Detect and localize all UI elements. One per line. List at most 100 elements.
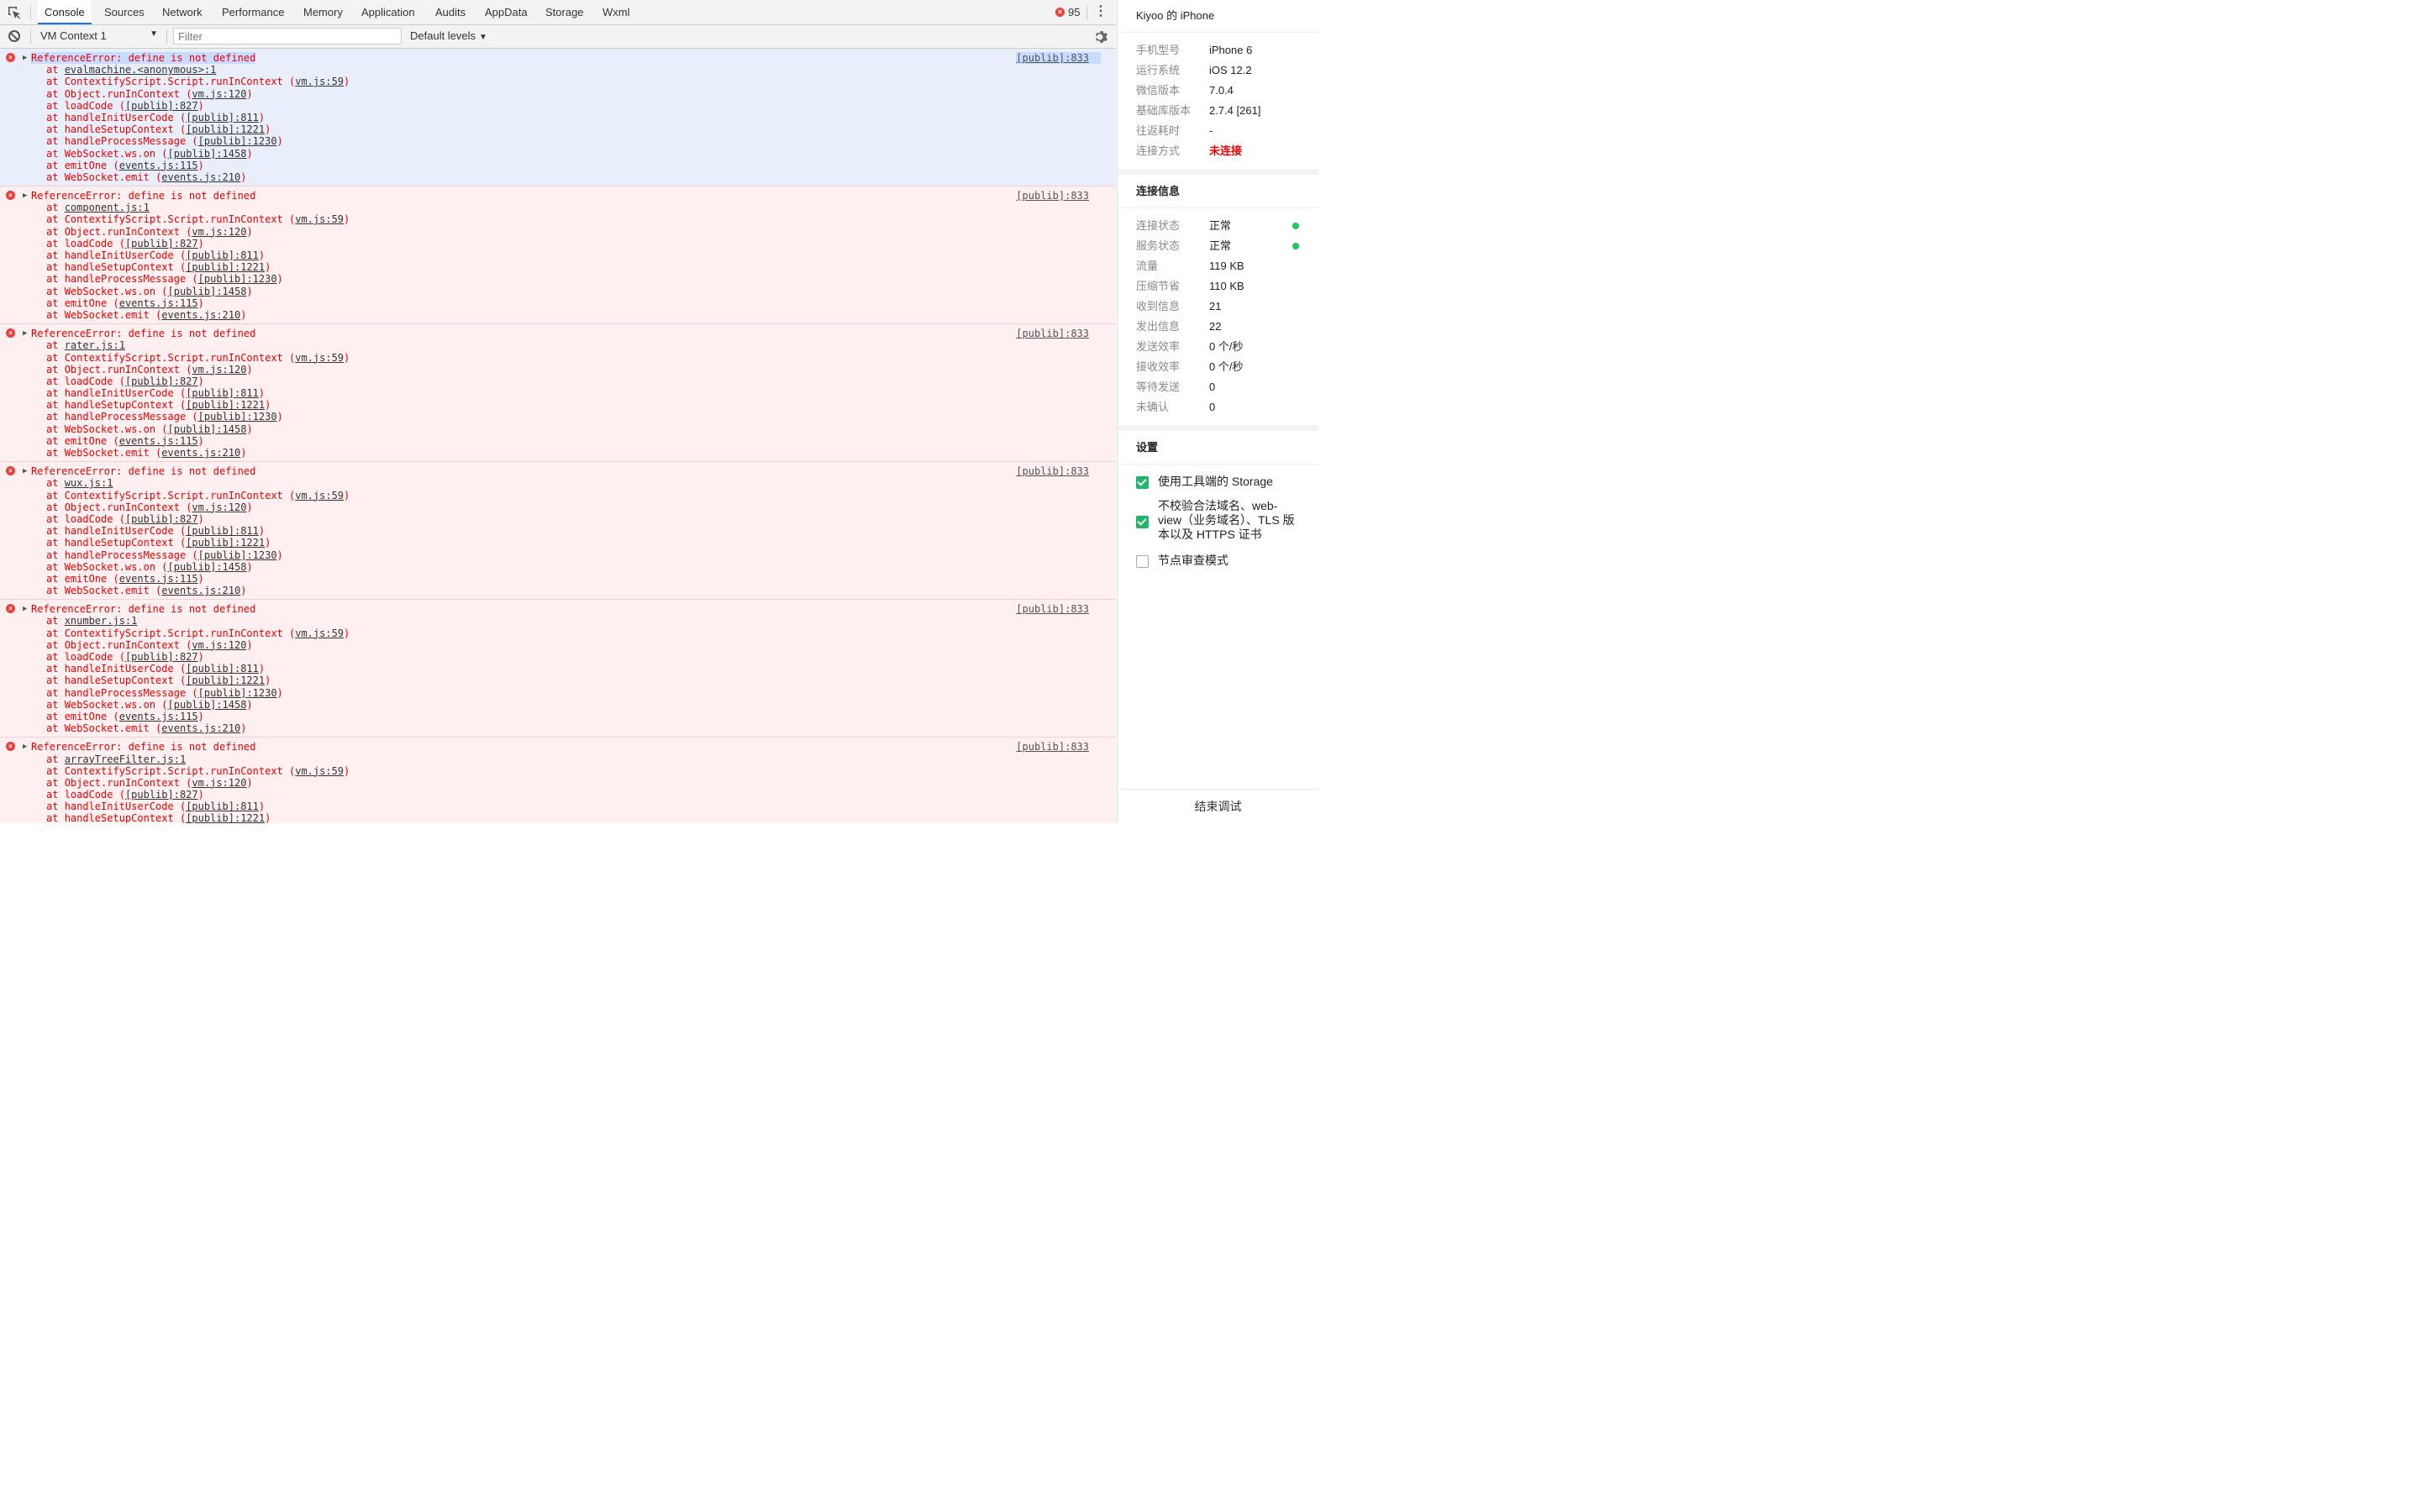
console-error-message[interactable]: × ▶ ReferenceError: define is not defined [… (0, 738, 1116, 823)
stack-frame-link[interactable]: wux.js:1 (65, 477, 113, 489)
filter-input[interactable] (173, 28, 402, 45)
expand-triangle-icon[interactable]: ▶ (23, 52, 27, 64)
stack-frame-link[interactable]: [publib]:1458 (168, 148, 247, 160)
stack-frame-link[interactable]: [publib]:811 (186, 525, 259, 537)
gear-icon[interactable] (1093, 29, 1110, 45)
stack-frame-link[interactable]: [publib]:827 (125, 100, 198, 112)
stack-frame-link[interactable]: vm.js:59 (295, 76, 344, 87)
stack-frame-link[interactable]: [publib]:811 (186, 801, 259, 812)
expand-triangle-icon[interactable]: ▶ (23, 328, 27, 339)
expand-triangle-icon[interactable]: ▶ (23, 465, 27, 477)
stack-frame-link[interactable]: [publib]:1230 (198, 549, 277, 561)
more-options-icon[interactable]: ⋮ (1094, 3, 1107, 20)
stack-frame-link[interactable]: vm.js:120 (192, 364, 246, 375)
clear-console-icon[interactable] (8, 30, 20, 42)
stack-frame-link[interactable]: vm.js:120 (192, 501, 246, 513)
stack-frame-link[interactable]: [publib]:811 (186, 249, 259, 261)
error-title-line[interactable]: × ▶ ReferenceError: define is not defined (0, 465, 1116, 477)
tab-storage[interactable]: Storage (539, 0, 591, 24)
stack-frame-link[interactable]: vm.js:120 (192, 88, 246, 100)
stack-frame-link[interactable]: [publib]:1230 (198, 687, 277, 699)
error-counter[interactable]: × 95 (1055, 6, 1080, 18)
source-link[interactable]: [publib]:833 (1016, 52, 1101, 65)
tab-network[interactable]: Network (155, 0, 209, 24)
stack-frame-link[interactable]: [publib]:1230 (198, 411, 277, 423)
stack-frame-link[interactable]: events.js:210 (161, 585, 240, 596)
stack-frame-link[interactable]: [publib]:1458 (168, 561, 247, 573)
source-link[interactable]: [publib]:833 (1016, 465, 1089, 477)
stack-frame-link[interactable]: [publib]:1221 (186, 675, 265, 686)
source-link[interactable]: [publib]:833 (1016, 190, 1089, 202)
tab-memory[interactable]: Memory (297, 0, 350, 24)
source-link[interactable]: [publib]:833 (1016, 741, 1089, 753)
tab-performance[interactable]: Performance (215, 0, 291, 24)
expand-triangle-icon[interactable]: ▶ (23, 603, 27, 615)
stack-frame-link[interactable]: [publib]:1230 (198, 135, 277, 147)
stack-frame-link[interactable]: events.js:210 (161, 171, 240, 183)
stack-frame-link[interactable]: [publib]:1221 (186, 812, 265, 823)
stack-frame-link[interactable]: vm.js:120 (192, 777, 246, 789)
console-error-message[interactable]: × ▶ ReferenceError: define is not defined [… (0, 462, 1116, 601)
stack-frame-link[interactable]: evalmachine.<anonymous>:1 (65, 64, 217, 76)
tab-audits[interactable]: Audits (429, 0, 472, 24)
setting-checkbox[interactable] (1136, 555, 1149, 568)
stack-frame-link[interactable]: [publib]:1221 (186, 261, 265, 273)
stack-frame-link[interactable]: vm.js:59 (295, 765, 344, 777)
stack-frame-link[interactable]: events.js:115 (119, 573, 198, 585)
stack-frame-link[interactable]: events.js:210 (161, 722, 240, 734)
stack-frame-link[interactable]: [publib]:811 (186, 663, 259, 675)
setting-checkbox[interactable] (1136, 516, 1149, 528)
stack-frame-link[interactable]: [publib]:1458 (168, 423, 247, 435)
stack-frame-link[interactable]: events.js:210 (161, 447, 240, 459)
stack-frame-link[interactable]: events.js:115 (119, 160, 198, 171)
stack-frame-link[interactable]: [publib]:1221 (186, 537, 265, 549)
stack-frame-link[interactable]: arrayTreeFilter.js:1 (65, 753, 187, 765)
console-error-message[interactable]: × ▶ ReferenceError: define is not defined [… (0, 186, 1116, 325)
stack-frame-link[interactable]: vm.js:120 (192, 639, 246, 651)
source-link[interactable]: [publib]:833 (1016, 328, 1089, 339)
stack-frame-link[interactable]: [publib]:827 (125, 238, 198, 249)
stack-frame-link[interactable]: events.js:115 (119, 297, 198, 309)
stack-frame-link[interactable]: [publib]:811 (186, 112, 259, 123)
stack-frame-link[interactable]: [publib]:1458 (168, 699, 247, 711)
stack-frame-link[interactable]: [publib]:827 (125, 651, 198, 663)
stack-frame-link[interactable]: [publib]:1230 (198, 273, 277, 285)
stack-frame-link[interactable]: rater.js:1 (65, 339, 125, 351)
stack-frame-link[interactable]: [publib]:811 (186, 387, 259, 399)
expand-triangle-icon[interactable]: ▶ (23, 190, 27, 202)
console-error-message[interactable]: × ▶ ReferenceError: define is not defined [… (0, 600, 1116, 738)
stack-frame-link[interactable]: vm.js:59 (295, 213, 344, 225)
stack-frame-link[interactable]: events.js:210 (161, 309, 240, 321)
log-levels-dropdown[interactable]: Default levels ▼ (410, 29, 487, 42)
tab-console[interactable]: Console (38, 0, 92, 24)
stack-frame-link[interactable]: vm.js:59 (295, 352, 344, 364)
end-debug-button[interactable]: 结束调试 (1118, 789, 1318, 823)
inspect-element-icon[interactable] (7, 5, 22, 20)
stack-frame-link[interactable]: vm.js:59 (295, 627, 344, 639)
error-title-line[interactable]: × ▶ ReferenceError: define is not defined (0, 52, 1116, 64)
stack-frame-link[interactable]: vm.js:59 (295, 490, 344, 501)
stack-frame-link[interactable]: [publib]:827 (125, 375, 198, 387)
source-link[interactable]: [publib]:833 (1016, 603, 1089, 615)
tab-application[interactable]: Application (355, 0, 422, 24)
error-title-line[interactable]: × ▶ ReferenceError: define is not defined (0, 741, 1116, 753)
stack-frame-link[interactable]: [publib]:827 (125, 789, 198, 801)
tab-wxml[interactable]: Wxml (596, 0, 637, 24)
stack-frame-link[interactable]: [publib]:827 (125, 513, 198, 525)
error-title-line[interactable]: × ▶ ReferenceError: define is not defined (0, 603, 1116, 615)
console-error-message[interactable]: × ▶ ReferenceError: define is not defined [… (0, 49, 1116, 187)
stack-frame-link[interactable]: events.js:115 (119, 435, 198, 447)
expand-triangle-icon[interactable]: ▶ (23, 741, 27, 753)
context-selector[interactable]: VM Context 1 ▼ (40, 29, 158, 42)
console-error-message[interactable]: × ▶ ReferenceError: define is not defined [… (0, 324, 1116, 463)
error-title-line[interactable]: × ▶ ReferenceError: define is not defined (0, 190, 1116, 202)
tab-sources[interactable]: Sources (97, 0, 151, 24)
stack-frame-link[interactable]: component.js:1 (65, 202, 150, 213)
tab-appdata[interactable]: AppData (478, 0, 534, 24)
error-title-line[interactable]: × ▶ ReferenceError: define is not defined (0, 328, 1116, 339)
stack-frame-link[interactable]: xnumber.js:1 (65, 615, 138, 627)
stack-frame-link[interactable]: [publib]:1221 (186, 123, 265, 135)
stack-frame-link[interactable]: events.js:115 (119, 711, 198, 722)
setting-checkbox[interactable] (1136, 476, 1149, 489)
stack-frame-link[interactable]: [publib]:1221 (186, 399, 265, 411)
